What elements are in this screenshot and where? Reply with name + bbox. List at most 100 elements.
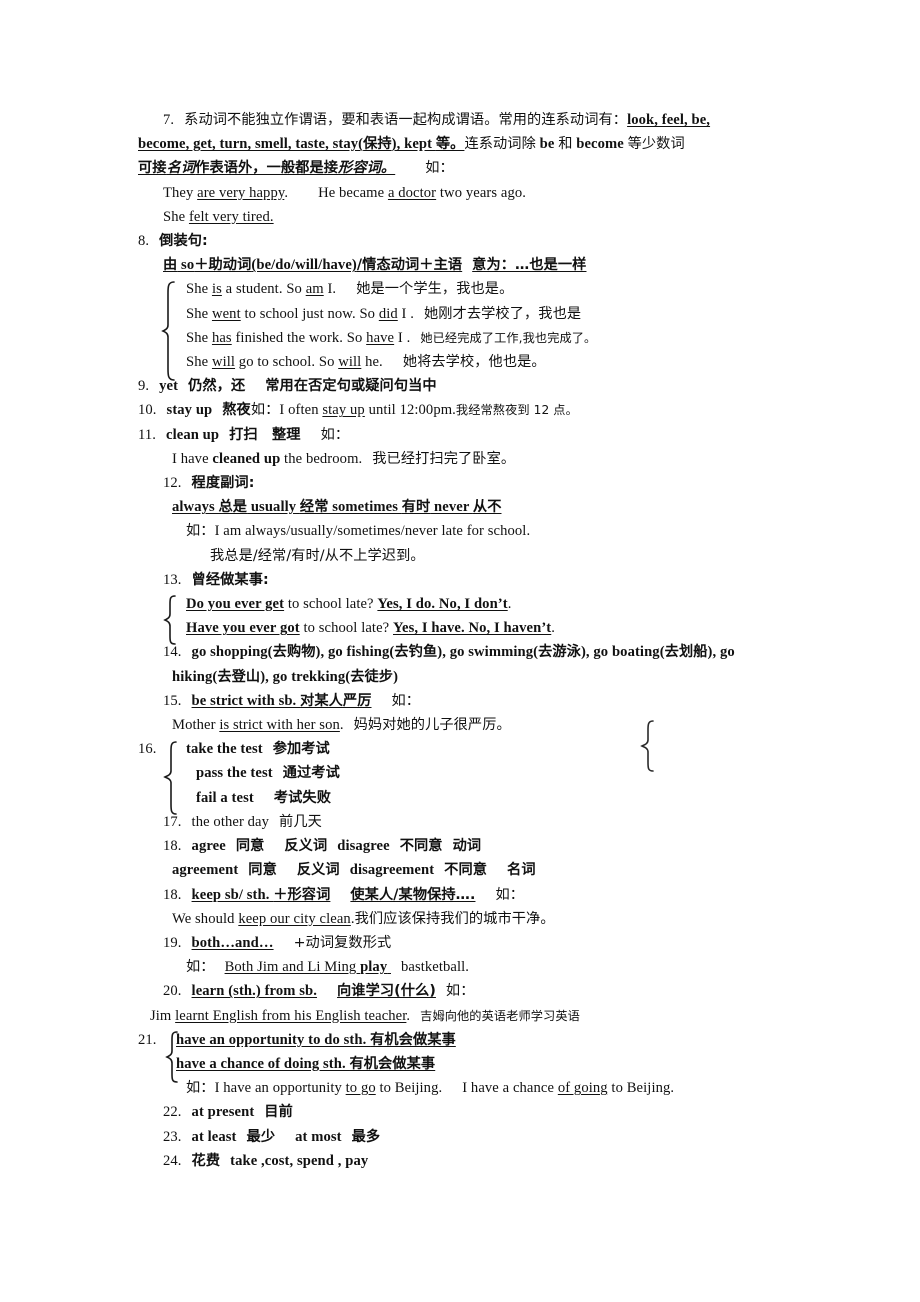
- item-13-title-line: 13. 曾经做某事:: [138, 568, 790, 592]
- item-11-eg-label: 如：: [320, 426, 350, 443]
- item-14-line-1: 14. go shopping(去购物), go fishing(去钓鱼), go…: [138, 640, 790, 664]
- item-11-meaning: 打扫 整理: [229, 426, 301, 443]
- note-item-10: 10. stay up 熬夜如：I often stay up until 12:0…: [138, 398, 790, 422]
- item-7-line-3: 可接名词作表语外，一般都是接形容词。 如：: [138, 156, 790, 180]
- item-7-text-b: 连系动词除: [464, 136, 536, 153]
- item-10-meaning: 熬夜: [222, 402, 251, 419]
- item-21-example-a: I have an opportunity to go to Beijing.: [214, 1080, 443, 1097]
- item-11-line: 11. clean up 打扫 整理 如：: [138, 423, 790, 447]
- item-7-example-2: He became a doctor two years ago.: [318, 184, 527, 201]
- item-15-example-cn: 妈妈对她的儿子很严厉。: [353, 717, 511, 734]
- item-14-line-2: hiking(去登山), go trekking(去徒步): [138, 665, 790, 689]
- item-24-number: 24.: [163, 1152, 182, 1169]
- item-15-example-line: Mother is strict with her son. 妈妈对她的儿子很严厉…: [138, 713, 790, 737]
- item-21-term-1: have an opportunity to do sth. 有机会做某事: [176, 1031, 456, 1048]
- item-21-term-2: have a chance of doing sth. 有机会做某事: [176, 1055, 436, 1072]
- item-11-example-line: I have cleaned up the bedroom. 我已经打扫完了卧室。: [138, 447, 790, 471]
- item-20-example-line: Jim learnt English from his English teac…: [138, 1004, 790, 1028]
- item-21-example-line: 如：I have an opportunity to go to Beijing…: [138, 1076, 790, 1100]
- item-7-eg-label: 如：: [425, 160, 454, 177]
- note-item-14: 14. go shopping(去购物), go fishing(去钓鱼), go…: [138, 640, 790, 688]
- item-21-eg-label: 如：: [186, 1080, 215, 1097]
- item-19-note: +动词复数形式: [293, 934, 392, 951]
- item-7-line-2: become, get, turn, smell, taste, stay(保持…: [138, 136, 685, 153]
- item-20-number: 20.: [163, 983, 182, 1000]
- item-8-rule-line: 由 so＋助动词(be/do/will/have)/情态动词＋主语 意为：…也是一…: [138, 253, 790, 277]
- item-9-number: 9.: [138, 378, 150, 395]
- item-10-term: stay up: [166, 402, 213, 419]
- item-15-line: 15. be strict with sb. 对某人严厉 如：: [138, 689, 790, 713]
- item-7-verbs-part-2: become, get, turn, smell, taste, stay(保持…: [138, 136, 465, 153]
- item-13-example-2: Have you ever got to school late? Yes, I…: [186, 620, 556, 637]
- item-17-meaning: 前几天: [279, 813, 322, 830]
- item-7-line-1: 7. 系动词不能独立作谓语，要和表语一起构成谓语。常用的连系动词有：look, f…: [138, 108, 790, 132]
- item-16-line-1: 16. take the test 参加考试: [138, 737, 790, 761]
- item-9-term: yet: [159, 378, 179, 395]
- item-8-title-line: 8. 倒装句:: [138, 229, 790, 253]
- item-11-example-en: I have cleaned up the bedroom.: [172, 450, 363, 467]
- item-11-number: 11.: [138, 426, 157, 443]
- item-12-example-line-2: 我总是/经常/有时/从不上学迟到。: [138, 544, 790, 568]
- item-22-term: at present: [191, 1104, 255, 1121]
- item-16-meaning-2: 通过考试: [282, 765, 340, 782]
- item-16-term-3: fail a test: [196, 789, 254, 806]
- item-15-eg-label: 如：: [391, 692, 421, 709]
- item-23-meaning-1: 最少: [246, 1128, 276, 1145]
- note-item-23: 23. at least 最少 at most 最多: [138, 1125, 790, 1149]
- item-21-example-b: I have a chance of going to Beijing.: [462, 1080, 675, 1097]
- item-24-term: take ,cost, spend , pay: [230, 1152, 369, 1169]
- item-23-meaning-2: 最多: [351, 1128, 381, 1145]
- item-16-line-3: fail a test 考试失败: [138, 786, 790, 810]
- item-8-example-2: She went to school just now. So did I .她…: [186, 305, 582, 322]
- item-20-line: 20. learn (sth.) from sb. 向谁学习(什么) 如：: [138, 979, 790, 1003]
- item-14-phrases-part-2: hiking(去登山), go trekking(去徒步): [172, 668, 399, 685]
- item-18a-term-1: agree: [191, 838, 226, 855]
- item-12-adverbs: always 总是 usually 经常 sometimes 有时 never …: [172, 499, 502, 516]
- item-11-example-cn: 我已经打扫完了卧室。: [372, 450, 516, 467]
- item-12-adverbs-line: always 总是 usually 经常 sometimes 有时 never …: [138, 495, 790, 519]
- note-item-12: 12. 程度副词: always 总是 usually 经常 sometimes …: [138, 471, 790, 568]
- item-23-term-1: at least: [191, 1128, 237, 1145]
- item-8-example-4: She will go to school. So will he. 她将去学校，…: [186, 354, 546, 371]
- note-item-20: 20. learn (sth.) from sb. 向谁学习(什么) 如： Jim l…: [138, 979, 790, 1027]
- note-item-8: 8. 倒装句: 由 so＋助动词(be/do/will/have)/情态动词＋主语…: [138, 229, 790, 382]
- note-item-15: 15. be strict with sb. 对某人严厉 如： Mother is …: [138, 689, 790, 737]
- item-16-number: 16.: [138, 741, 157, 758]
- note-item-11: 11. clean up 打扫 整理 如： I have cleaned up the…: [138, 423, 790, 471]
- item-7-example-1: They are very happy.: [163, 184, 289, 201]
- item-10-eg-label: 如：: [250, 402, 280, 419]
- note-item-16: 16. take the test 参加考试 pass the test 通过考试 f…: [138, 737, 790, 816]
- item-10-example-cn: 我经常熬夜到 12 点。: [455, 403, 578, 418]
- item-10-example-en: I often stay up until 12:00pm.: [279, 402, 456, 419]
- item-16-line-2: pass the test 通过考试: [138, 761, 790, 785]
- item-12-example-en: I am always/usually/sometimes/never late…: [214, 523, 531, 540]
- item-18b-eg-label: 如：: [495, 886, 525, 903]
- item-18b-example-cn: 我们应该保持我们的城市干净。: [354, 910, 555, 927]
- item-23-term-2: at most: [295, 1128, 342, 1145]
- note-item-24: 24. 花费 take ,cost, spend , pay: [138, 1149, 790, 1173]
- note-item-22: 22. at present 目前: [138, 1100, 790, 1124]
- item-19-line: 19. both…and… +动词复数形式: [138, 931, 790, 955]
- item-21-line-2: have a chance of doing sth. 有机会做某事: [138, 1052, 790, 1076]
- item-12-title: 程度副词:: [191, 475, 255, 492]
- note-item-9: 9. yet 仍然，还 常用在否定句或疑问句当中: [138, 374, 790, 398]
- item-13-example-1: Do you ever get to school late? Yes, I d…: [186, 596, 512, 613]
- item-7-verbs-part-1: look, feel, be,: [627, 112, 711, 128]
- note-item-21: 21. have an opportunity to do sth. 有机会做某事…: [138, 1028, 790, 1101]
- note-item-7: 7. 系动词不能独立作谓语，要和表语一起构成谓语。常用的连系动词有：look, f…: [138, 108, 790, 229]
- item-20-example-en: Jim learnt English from his English teac…: [150, 1007, 411, 1024]
- item-18b-line: 18. keep sb/ sth. ＋形容词 使某人/某物保持…. 如：: [138, 883, 790, 907]
- item-11-term: clean up: [166, 426, 220, 443]
- item-7-example-line-2: She felt very tired.: [138, 205, 790, 229]
- item-15-number: 15.: [163, 692, 182, 709]
- item-18a-term-2: agreement: [172, 862, 239, 879]
- item-16-meaning-1: 参加考试: [272, 741, 330, 758]
- item-7-text-a: 系动词不能独立作谓语，要和表语一起构成谓语。常用的连系动词有：: [184, 112, 628, 128]
- item-8-number: 8.: [138, 233, 150, 250]
- item-17-term: the other day: [191, 813, 270, 830]
- item-15-example-en: Mother is strict with her son.: [172, 717, 344, 734]
- item-14-number: 14.: [163, 644, 182, 661]
- item-16-term-1: take the test: [186, 741, 263, 758]
- item-18b-example-en: We should keep our city clean.: [172, 910, 355, 927]
- item-12-example-cn: 我总是/经常/有时/从不上学迟到。: [210, 547, 425, 564]
